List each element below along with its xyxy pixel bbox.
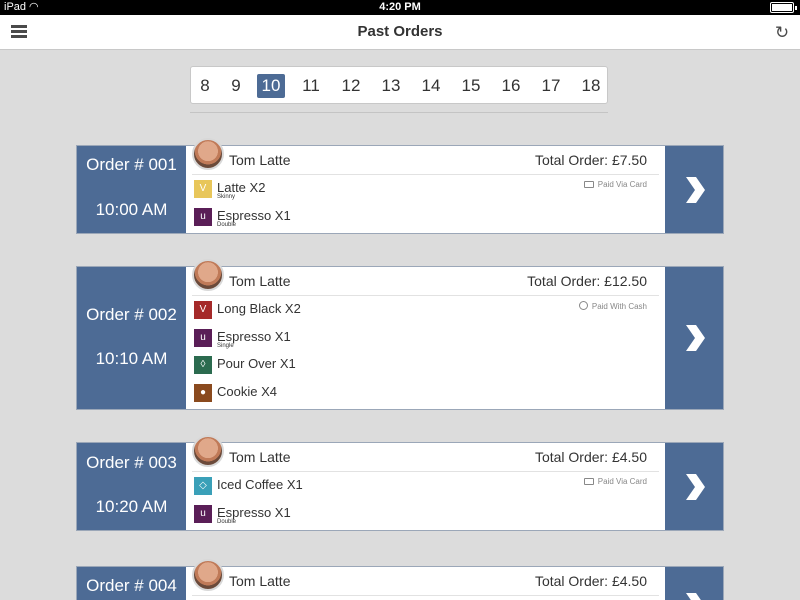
status-time: 4:20 PM	[379, 1, 421, 13]
date-item[interactable]: 17	[537, 74, 565, 98]
order-time: 10:10 AM	[95, 349, 168, 368]
iced-coffee-icon: ◇	[194, 477, 212, 495]
item-name: Espresso X1	[217, 208, 291, 223]
order-summary: Order # 001 10:00 AM	[77, 146, 186, 233]
refresh-icon[interactable]: ↻	[772, 23, 792, 43]
order-total: Total Order: £12.50	[527, 273, 647, 289]
order-total: Total Order: £4.50	[534, 449, 647, 465]
order-details: Tom Latte Total Order: £4.50 Paid Via Ca…	[186, 435, 665, 530]
order-card: Order # 003 10:20 AM Tom Latte Total Ord…	[76, 435, 724, 531]
item-name: Long Black X2	[217, 301, 301, 316]
espresso-icon: u	[194, 505, 212, 523]
order-total: Total Order: £7.50	[534, 152, 647, 168]
avatar	[192, 435, 224, 467]
chevron-right-icon	[686, 593, 701, 600]
date-item[interactable]: 9	[222, 74, 250, 98]
order-summary: Order # 003 10:20 AM	[77, 443, 186, 530]
item-name: Espresso X1	[217, 329, 291, 344]
order-time: 10:20 AM	[95, 497, 168, 516]
order-summary: Order # 002 10:10 AM	[77, 267, 186, 409]
battery-icon	[770, 2, 797, 13]
espresso-icon: u	[194, 208, 212, 226]
customer-name: Tom Latte	[229, 152, 291, 168]
item-modifier: Double	[217, 519, 237, 525]
item-modifier: Double	[217, 222, 237, 228]
item-name: Pour Over X1	[217, 356, 296, 371]
cookie-icon: ●	[194, 384, 212, 402]
order-card: Order # 001 10:00 AM Tom Latte Total Ord…	[76, 138, 724, 234]
payment-status: Paid Via Card	[583, 180, 647, 189]
divider	[192, 295, 659, 296]
open-order-button[interactable]	[665, 146, 723, 233]
open-order-button[interactable]	[665, 443, 723, 530]
order-number: Order # 004	[86, 576, 177, 595]
avatar	[192, 138, 224, 170]
order-summary: Order # 004	[77, 567, 186, 600]
chevron-right-icon	[686, 177, 705, 203]
date-item[interactable]: 15	[457, 74, 485, 98]
date-item[interactable]: 13	[377, 74, 405, 98]
pour-over-icon: ◊	[194, 356, 212, 374]
item-name: Espresso X1	[217, 505, 291, 520]
date-item[interactable]: 14	[417, 74, 445, 98]
item-name: Iced Coffee X1	[217, 477, 303, 492]
payment-status: Paid With Cash	[578, 301, 647, 311]
order-details: Tom Latte Total Order: £7.50 Paid Via Ca…	[186, 138, 665, 233]
date-picker: 8 9 10 11 12 13 14 15 16 17 18	[190, 66, 608, 104]
customer-name: Tom Latte	[229, 573, 291, 589]
order-total: Total Order: £4.50	[534, 573, 647, 589]
date-item[interactable]: 11	[297, 74, 325, 98]
payment-label: Paid Via Card	[597, 180, 647, 189]
order-details: Tom Latte Total Order: £4.50	[186, 559, 665, 600]
payment-status: Paid Via Card	[583, 477, 647, 486]
order-card: Order # 002 10:10 AM Tom Latte Total Ord…	[76, 259, 724, 410]
customer-name: Tom Latte	[229, 273, 291, 289]
page-title: Past Orders	[357, 23, 443, 40]
open-order-button[interactable]	[665, 267, 723, 409]
divider	[192, 174, 659, 175]
status-bar: iPad ◠ 4:20 PM	[0, 0, 800, 15]
divider	[190, 112, 608, 113]
order-number: Order # 001	[86, 155, 177, 174]
date-item[interactable]: 16	[497, 74, 525, 98]
order-time: 10:00 AM	[95, 200, 168, 219]
card-icon	[583, 478, 594, 485]
item-modifier: Skinny	[217, 194, 236, 200]
date-item-selected[interactable]: 10	[257, 74, 285, 98]
avatar	[192, 259, 224, 291]
nav-bar: Past Orders ↻	[0, 15, 800, 50]
payment-label: Paid Via Card	[597, 477, 647, 486]
date-item[interactable]: 8	[191, 74, 219, 98]
payment-label: Paid With Cash	[591, 302, 647, 311]
order-number: Order # 002	[86, 305, 177, 324]
chevron-right-icon	[686, 474, 705, 500]
espresso-icon: u	[194, 329, 212, 347]
date-item[interactable]: 18	[577, 74, 605, 98]
long-black-icon: V	[194, 301, 212, 319]
order-card: Order # 004 Tom Latte Total Order: £4.50	[76, 559, 724, 600]
order-number: Order # 003	[86, 453, 177, 472]
order-details: Tom Latte Total Order: £12.50 Paid With …	[186, 259, 665, 409]
chevron-right-icon	[686, 325, 705, 351]
customer-name: Tom Latte	[229, 449, 291, 465]
card-icon	[583, 181, 594, 188]
cash-icon	[578, 301, 588, 310]
divider	[192, 471, 659, 472]
latte-icon: V	[194, 180, 212, 198]
item-name: Latte X2	[217, 180, 266, 195]
open-order-button[interactable]	[665, 567, 723, 600]
avatar	[192, 559, 224, 591]
divider	[192, 595, 659, 596]
date-item[interactable]: 12	[337, 74, 365, 98]
item-name: Cookie X4	[217, 384, 277, 399]
item-modifier: Single	[217, 343, 234, 349]
